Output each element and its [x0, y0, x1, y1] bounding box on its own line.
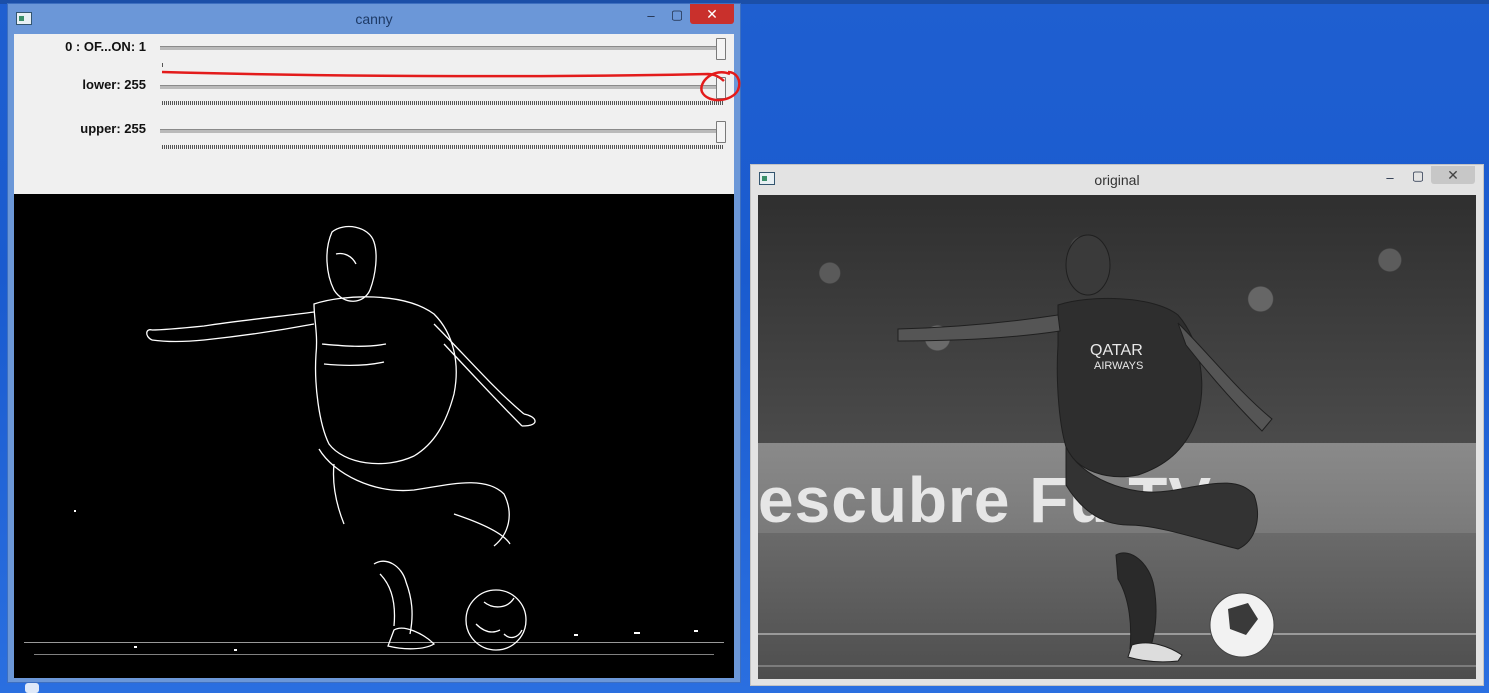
trackbar-upper-thumb[interactable] — [716, 121, 726, 143]
jersey-text-airways: AIRWAYS — [1094, 360, 1143, 372]
edge-noise — [24, 510, 724, 655]
canny-edge-image — [14, 194, 734, 678]
trackbar-upper-track[interactable] — [160, 129, 724, 133]
minimize-icon[interactable]: – — [1383, 171, 1397, 185]
player-figure: QATAR AIRWAYS — [897, 234, 1275, 663]
jersey-text-qatar: QATAR — [1090, 342, 1143, 359]
edge-figure — [24, 225, 724, 655]
close-icon[interactable]: ✕ — [1431, 166, 1475, 184]
trackbar-upper-ticks — [162, 145, 724, 149]
jersey-sponsor: QATAR AIRWAYS — [1090, 342, 1143, 372]
original-titlebar[interactable]: original – ▢ ✕ — [751, 165, 1483, 193]
original-photo: escubre Fu TV QATAR AIRWAYS — [758, 195, 1476, 679]
maximize-icon[interactable]: ▢ — [1411, 169, 1425, 183]
taskbar-start-icon[interactable] — [25, 683, 39, 693]
red-annotation — [161, 70, 741, 102]
original-window[interactable]: original – ▢ ✕ escubre Fu TV QATAR AIRWA… — [750, 164, 1484, 686]
original-title: original — [1094, 172, 1140, 188]
canny-window[interactable]: canny – ▢ ✕ 0 : OF...ON: 1 lower: 255 up… — [7, 3, 741, 683]
